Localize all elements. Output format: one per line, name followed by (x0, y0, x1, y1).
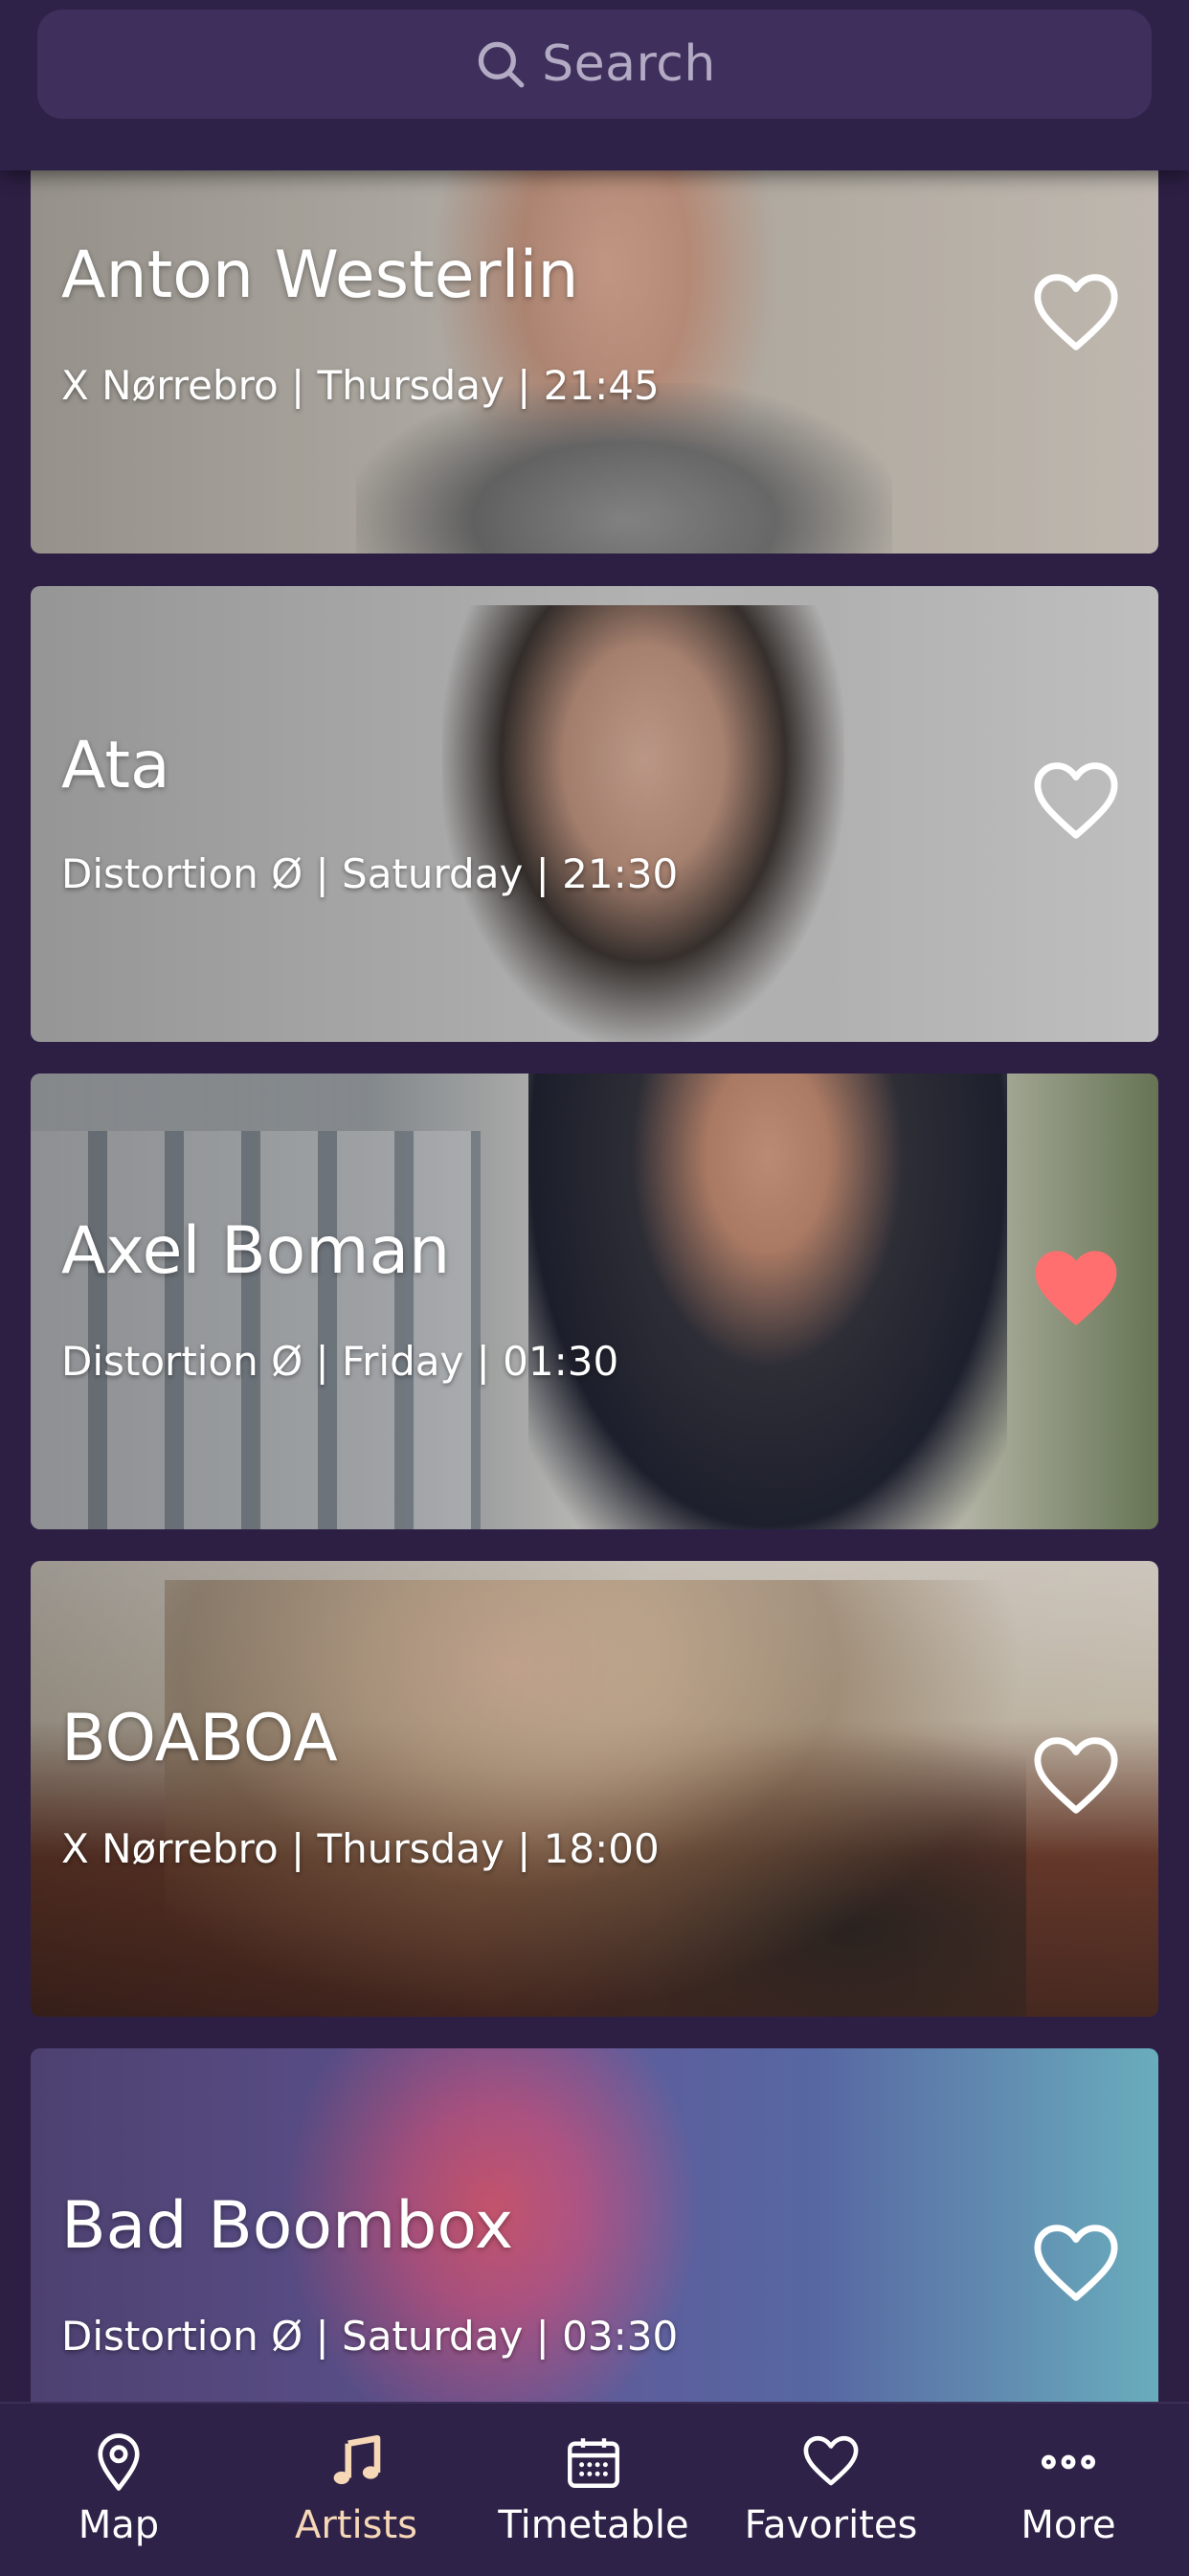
artist-card[interactable]: BOABOA X Nørrebro | Thursday | 18:00 (31, 1561, 1158, 2017)
favorite-button[interactable] (1032, 760, 1120, 841)
more-dots-icon (1041, 2454, 1096, 2470)
map-pin-icon (98, 2433, 140, 2491)
nav-label: Timetable (498, 2503, 689, 2547)
nav-item-favorites[interactable]: Favorites (712, 2404, 950, 2576)
artist-meta: Distortion Ø | Friday | 01:30 (61, 1338, 619, 1385)
search-bar[interactable]: Search (37, 10, 1152, 119)
artist-card[interactable]: Axel Boman Distortion Ø | Friday | 01:30 (31, 1073, 1158, 1529)
bottom-nav: Map Artists Timetable Favorites More (0, 2402, 1189, 2576)
artist-name: Ata (61, 728, 170, 803)
artist-name: BOABOA (61, 1701, 338, 1776)
heart-outline-icon (1034, 2225, 1118, 2301)
favorite-button[interactable] (1032, 272, 1120, 352)
nav-label: Favorites (744, 2503, 918, 2547)
artist-name: Bad Boombox (61, 2188, 514, 2264)
artist-name: Anton Westerlin (61, 237, 579, 313)
heart-outline-icon (1034, 762, 1118, 839)
nav-label: More (1021, 2503, 1116, 2547)
nav-item-more[interactable]: More (950, 2404, 1187, 2576)
nav-item-artists[interactable]: Artists (237, 2404, 475, 2576)
search-placeholder: Search (542, 35, 716, 93)
heart-icon (803, 2435, 859, 2486)
heart-outline-icon (1034, 1737, 1118, 1814)
artist-card[interactable]: Bad Boombox Distortion Ø | Saturday | 03… (31, 2048, 1158, 2451)
artist-meta: Distortion Ø | Saturday | 21:30 (61, 850, 679, 897)
nav-item-map[interactable]: Map (0, 2404, 237, 2576)
heart-outline-icon (1034, 274, 1118, 350)
heart-filled-icon (1035, 1251, 1117, 1325)
music-note-icon (333, 2434, 381, 2485)
nav-label: Map (78, 2503, 160, 2547)
artist-name: Axel Boman (61, 1213, 451, 1289)
favorite-button[interactable] (1032, 1248, 1120, 1328)
nav-item-timetable[interactable]: Timetable (475, 2404, 712, 2576)
artist-meta: X Nørrebro | Thursday | 21:45 (61, 362, 660, 409)
search-icon (478, 41, 525, 88)
header: Search (0, 0, 1189, 170)
artist-card[interactable]: Ata Distortion Ø | Saturday | 21:30 (31, 586, 1158, 1042)
artist-card[interactable]: Anton Westerlin X Nørrebro | Thursday | … (31, 144, 1158, 554)
artist-meta: X Nørrebro | Thursday | 18:00 (61, 1825, 660, 1872)
calendar-icon (568, 2438, 619, 2488)
artist-meta: Distortion Ø | Saturday | 03:30 (61, 2313, 679, 2360)
favorite-button[interactable] (1032, 1735, 1120, 1816)
favorite-button[interactable] (1032, 2223, 1120, 2303)
nav-label: Artists (295, 2503, 417, 2547)
